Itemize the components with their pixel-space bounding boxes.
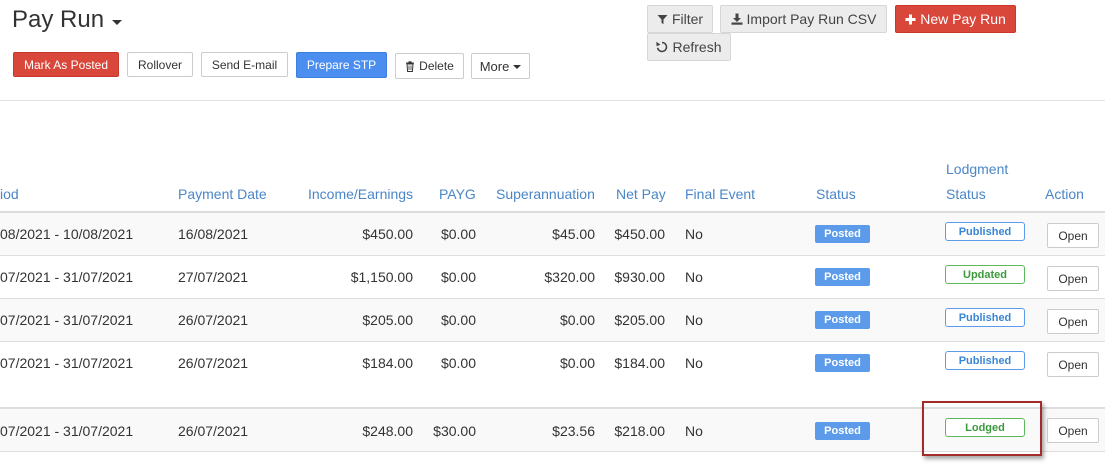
cell-final-event: No (685, 355, 703, 371)
cell-superannuation: $23.56 (552, 423, 595, 439)
cell-payment-date: 26/07/2021 (178, 355, 249, 371)
rollover-button[interactable]: Rollover (127, 52, 193, 77)
cell-final-event: No (685, 423, 703, 439)
cell-net-pay: $184.00 (614, 355, 665, 371)
cell-payg: $0.00 (440, 312, 476, 328)
col-header-payg[interactable]: PAYG (439, 186, 476, 202)
cell-income: $450.00 (362, 226, 413, 242)
cell-superannuation: $0.00 (559, 355, 595, 371)
filter-button[interactable]: Filter (647, 5, 713, 33)
cell-net-pay: $205.00 (614, 312, 665, 328)
cell-final-event: No (685, 226, 703, 242)
cell-payment-date: 27/07/2021 (178, 269, 249, 285)
chevron-down-icon (513, 65, 522, 69)
plus-icon (905, 14, 916, 24)
more-label: More (479, 58, 510, 74)
table-row[interactable]: 07/2021 - 31/07/2021 26/07/2021 $248.00 … (0, 408, 1105, 452)
more-dropdown-button[interactable]: More (471, 53, 530, 79)
lodgment-status-badge: Published (945, 222, 1025, 241)
cell-income: $248.00 (362, 423, 413, 439)
col-header-lodgment[interactable]: Lodgment (946, 161, 1008, 177)
cell-net-pay: $218.00 (614, 423, 665, 439)
cell-payg: $0.00 (440, 226, 476, 242)
header-divider (0, 100, 1105, 101)
status-badge: Posted (815, 268, 870, 286)
col-header-superannuation[interactable]: Superannuation (496, 186, 595, 202)
chevron-down-icon (112, 19, 123, 25)
pay-run-page: Pay Run Mark As Posted Rollover Send E-m… (0, 0, 1105, 467)
import-csv-label: Import Pay Run CSV (746, 11, 877, 27)
prepare-stp-label: Prepare STP (306, 58, 377, 72)
cell-income: $205.00 (362, 312, 413, 328)
col-header-lodgment-status[interactable]: Status (946, 186, 986, 202)
cell-payg: $0.00 (440, 269, 476, 285)
rollover-label: Rollover (137, 57, 182, 72)
delete-label: Delete (419, 59, 454, 73)
page-title-text: Pay Run (12, 6, 105, 33)
lodgment-status-badge: Updated (945, 265, 1025, 284)
cell-period: 07/2021 - 31/07/2021 (0, 312, 134, 328)
open-button[interactable]: Open (1047, 266, 1099, 291)
mark-as-posted-label: Mark As Posted (23, 57, 109, 72)
cell-period: 07/2021 - 31/07/2021 (0, 423, 134, 439)
cell-net-pay: $450.00 (614, 226, 665, 242)
cell-income: $1,150.00 (350, 269, 413, 285)
col-header-status[interactable]: Status (816, 186, 856, 202)
cell-final-event: No (685, 269, 703, 285)
open-button[interactable]: Open (1047, 352, 1099, 377)
import-csv-button[interactable]: Import Pay Run CSV (720, 5, 887, 33)
new-pay-run-label: New Pay Run (920, 11, 1006, 27)
filter-label: Filter (671, 11, 704, 27)
cell-period: 07/2021 - 31/07/2021 (0, 269, 134, 285)
lodgment-status-badge: Published (945, 308, 1025, 327)
col-header-final-event[interactable]: Final Event (685, 186, 755, 202)
col-header-action: Action (1045, 186, 1084, 202)
table-row[interactable]: 07/2021 - 31/07/2021 27/07/2021 $1,150.0… (0, 256, 1105, 299)
refresh-icon (656, 41, 668, 53)
col-header-income[interactable]: Income/Earnings (308, 186, 413, 202)
table-row[interactable]: 07/2021 - 31/07/2021 26/07/2021 $205.00 … (0, 299, 1105, 342)
open-button[interactable]: Open (1047, 418, 1099, 443)
refresh-label: Refresh (672, 39, 722, 55)
cell-superannuation: $320.00 (544, 269, 595, 285)
cell-payment-date: 26/07/2021 (178, 312, 249, 328)
status-badge: Posted (815, 422, 870, 440)
refresh-button[interactable]: Refresh (647, 33, 731, 61)
cell-payg: $0.00 (440, 355, 476, 371)
col-header-period[interactable]: iod (0, 186, 19, 202)
status-badge: Posted (815, 225, 870, 243)
filter-icon (657, 14, 668, 24)
prepare-stp-button[interactable]: Prepare STP (296, 52, 387, 78)
lodgment-status-badge: Lodged (945, 418, 1025, 437)
cell-period: 08/2021 - 10/08/2021 (0, 226, 134, 242)
lodgment-status-badge: Published (945, 351, 1025, 370)
cell-income: $184.00 (362, 355, 413, 371)
table-row[interactable]: 08/2021 - 10/08/2021 16/08/2021 $450.00 … (0, 213, 1105, 256)
col-header-payment-date[interactable]: Payment Date (178, 186, 267, 202)
new-pay-run-button[interactable]: New Pay Run (895, 5, 1016, 33)
mark-as-posted-button[interactable]: Mark As Posted (13, 52, 119, 77)
cell-payg: $30.00 (433, 423, 476, 439)
table-row[interactable]: 07/2021 - 31/07/2021 26/07/2021 $184.00 … (0, 342, 1105, 408)
delete-button[interactable]: Delete (395, 53, 464, 79)
send-email-label: Send E-mail (211, 57, 278, 72)
status-badge: Posted (815, 311, 870, 329)
cell-period: 07/2021 - 31/07/2021 (0, 355, 134, 371)
open-button[interactable]: Open (1047, 309, 1099, 334)
col-header-net-pay[interactable]: Net Pay (616, 186, 666, 202)
page-title[interactable]: Pay Run (12, 6, 123, 34)
open-button[interactable]: Open (1047, 223, 1099, 248)
status-badge: Posted (815, 354, 870, 372)
cell-superannuation: $0.00 (559, 312, 595, 328)
trash-icon (406, 60, 415, 72)
download-icon (731, 13, 743, 25)
cell-final-event: No (685, 312, 703, 328)
cell-payment-date: 26/07/2021 (178, 423, 249, 439)
cell-net-pay: $930.00 (614, 269, 665, 285)
cell-superannuation: $45.00 (552, 226, 595, 242)
cell-payment-date: 16/08/2021 (178, 226, 249, 242)
send-email-button[interactable]: Send E-mail (201, 52, 288, 77)
